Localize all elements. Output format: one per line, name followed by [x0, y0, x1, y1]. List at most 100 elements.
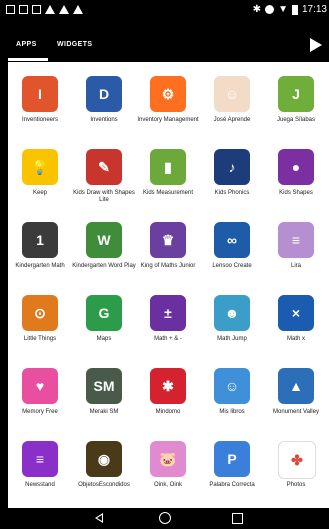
app-glyph: ☺ [224, 378, 240, 394]
app-kids-phonics[interactable]: ♪ Kids Phonics [200, 139, 264, 212]
app-kids-shapes[interactable]: ● Kids Shapes [264, 139, 328, 212]
math-plus-minus-icon: ± [150, 295, 186, 331]
app-juega-silabas[interactable]: J Juega Sílabas [264, 66, 328, 139]
photo-icon [19, 5, 28, 14]
app-glyph: ● [291, 159, 301, 175]
app-kindergarten-math[interactable]: 1 Kindergarten Math [8, 212, 72, 285]
app-monument-valley[interactable]: ▲ Monument Valley [264, 358, 328, 431]
sim-icon [32, 5, 41, 14]
kids-draw-icon: ✎ [86, 149, 122, 185]
math-jump-icon: ☻ [214, 295, 250, 331]
app-maps[interactable]: G Maps [72, 285, 136, 358]
app-glyph: ⚙ [161, 86, 175, 102]
app-math-x[interactable]: × Math x [264, 285, 328, 358]
notification-icons [6, 5, 83, 14]
mis-libros-icon: ☺ [214, 368, 250, 404]
home-icon[interactable] [159, 512, 171, 524]
app-glyph: ⊙ [34, 305, 46, 321]
app-mindomo[interactable]: ✱ Mindomo [136, 358, 200, 431]
app-glyph: × [291, 305, 301, 321]
kids-measurement-icon: ▮ [150, 149, 186, 185]
app-lira-books[interactable]: ≡ Lira [264, 212, 328, 285]
app-jose-aprende[interactable]: ☺ José Aprende [200, 66, 264, 139]
tab-widgets[interactable]: WIDGETS [57, 41, 92, 48]
app-kindergarten-wordplay[interactable]: W Kindergarten Word Play [72, 212, 136, 285]
do-not-disturb-icon [265, 5, 275, 14]
jose-aprende-icon: ☺ [214, 76, 250, 112]
app-label: King of Maths Junior [140, 263, 196, 269]
kindergarten-wordplay-icon: W [86, 222, 122, 258]
app-keep-bulb[interactable]: 💡 Keep [8, 139, 72, 212]
app-mis-libros[interactable]: ☺ Mis libros [200, 358, 264, 431]
status-bar: ✱ ▼ 17:13 [0, 0, 329, 22]
app-label: Memory Free [22, 409, 58, 415]
app-kids-draw[interactable]: ✎ Kids Draw with Shapes Lite [72, 139, 136, 212]
app-label: Photos [286, 482, 306, 488]
app-label: José Aprende [213, 117, 251, 123]
app-label: Palabra Correcta [209, 482, 255, 488]
app-label: Little Things [23, 336, 57, 342]
lira-books-icon: ≡ [278, 222, 314, 258]
app-kids-measurement[interactable]: ▮ Kids Measurement [136, 139, 200, 212]
app-label: Kids Measurement [142, 190, 194, 196]
tab-apps[interactable]: APPS [16, 41, 37, 48]
app-label: Monument Valley [273, 409, 319, 415]
warning-icon [59, 5, 69, 14]
app-oink-oink[interactable]: 🐷 Oink, Oink [136, 431, 200, 504]
app-glyph: I [38, 86, 42, 102]
app-little-things-owl[interactable]: ⊙ Little Things [8, 285, 72, 358]
app-glyph: ▮ [164, 159, 172, 175]
app-grid: I Inventioneers D Inventions ⚙ Inventory Mana… [8, 62, 329, 508]
clock: 17:13 [301, 4, 327, 15]
tab-bar: APPS WIDGETS [0, 22, 329, 62]
app-glyph: ☻ [224, 305, 240, 321]
app-palabra-correcta[interactable]: P Palabra Correcta [200, 431, 264, 504]
app-king-of-maths[interactable]: ♛ King of Maths Junior [136, 212, 200, 285]
app-forklift[interactable]: ⚙ Inventory Management [136, 66, 200, 139]
palabra-correcta-icon: P [214, 441, 250, 477]
app-label: Kids Draw with Shapes Lite [73, 190, 135, 203]
app-glyph: ≡ [35, 451, 45, 467]
recents-icon[interactable] [232, 513, 243, 524]
math-x-icon: × [278, 295, 314, 331]
app-label: Lira [290, 263, 301, 269]
app-memory-free[interactable]: ♥ Memory Free [8, 358, 72, 431]
app-inventioneers[interactable]: I Inventioneers [8, 66, 72, 139]
app-glyph: G [98, 305, 110, 321]
app-inventions[interactable]: D Inventions [72, 66, 136, 139]
app-glyph: ✱ [162, 378, 174, 394]
app-glyph: ♥ [35, 378, 45, 394]
app-objetos-escondidos[interactable]: ◉ ObjetosEscondidos [72, 431, 136, 504]
play-store-icon[interactable] [310, 38, 322, 52]
app-label: Lensoo Create [212, 263, 252, 269]
app-photos-pinwheel[interactable]: ✤ Photos [264, 431, 328, 504]
kindergarten-math-icon: 1 [22, 222, 58, 258]
app-lensoo-create[interactable]: ∞ Lensoo Create [200, 212, 264, 285]
app-label: ObjetosEscondidos [78, 482, 130, 488]
app-label: Kindergarten Math [15, 263, 65, 269]
app-label: Newsstand [25, 482, 55, 488]
app-glyph: ☺ [224, 86, 240, 102]
meraki-sm-icon: SM [86, 368, 122, 404]
warning-icon [45, 5, 55, 14]
app-label: Oink, Oink [153, 482, 182, 488]
app-meraki-sm[interactable]: SM Meraki SM [72, 358, 136, 431]
app-glyph: ◉ [97, 451, 111, 467]
app-label: Juega Sílabas [276, 117, 316, 123]
kids-shapes-icon: ● [278, 149, 314, 185]
app-glyph: D [98, 86, 110, 102]
app-label: Keep [32, 190, 47, 196]
app-label: Kids Shapes [279, 190, 313, 196]
app-glyph: ≡ [291, 232, 301, 248]
monument-valley-icon: ▲ [278, 368, 314, 404]
app-glyph: W [97, 232, 111, 248]
mindomo-icon: ✱ [150, 368, 186, 404]
app-glyph: ✤ [291, 452, 303, 468]
app-glyph: P [227, 451, 237, 467]
app-math-plus-minus[interactable]: ± Math + & - [136, 285, 200, 358]
king-of-maths-icon: ♛ [150, 222, 186, 258]
app-newsstand[interactable]: ≡ Newsstand [8, 431, 72, 504]
inventions-icon: D [86, 76, 122, 112]
little-things-owl-icon: ⊙ [22, 295, 58, 331]
app-math-jump[interactable]: ☻ Math Jump [200, 285, 264, 358]
